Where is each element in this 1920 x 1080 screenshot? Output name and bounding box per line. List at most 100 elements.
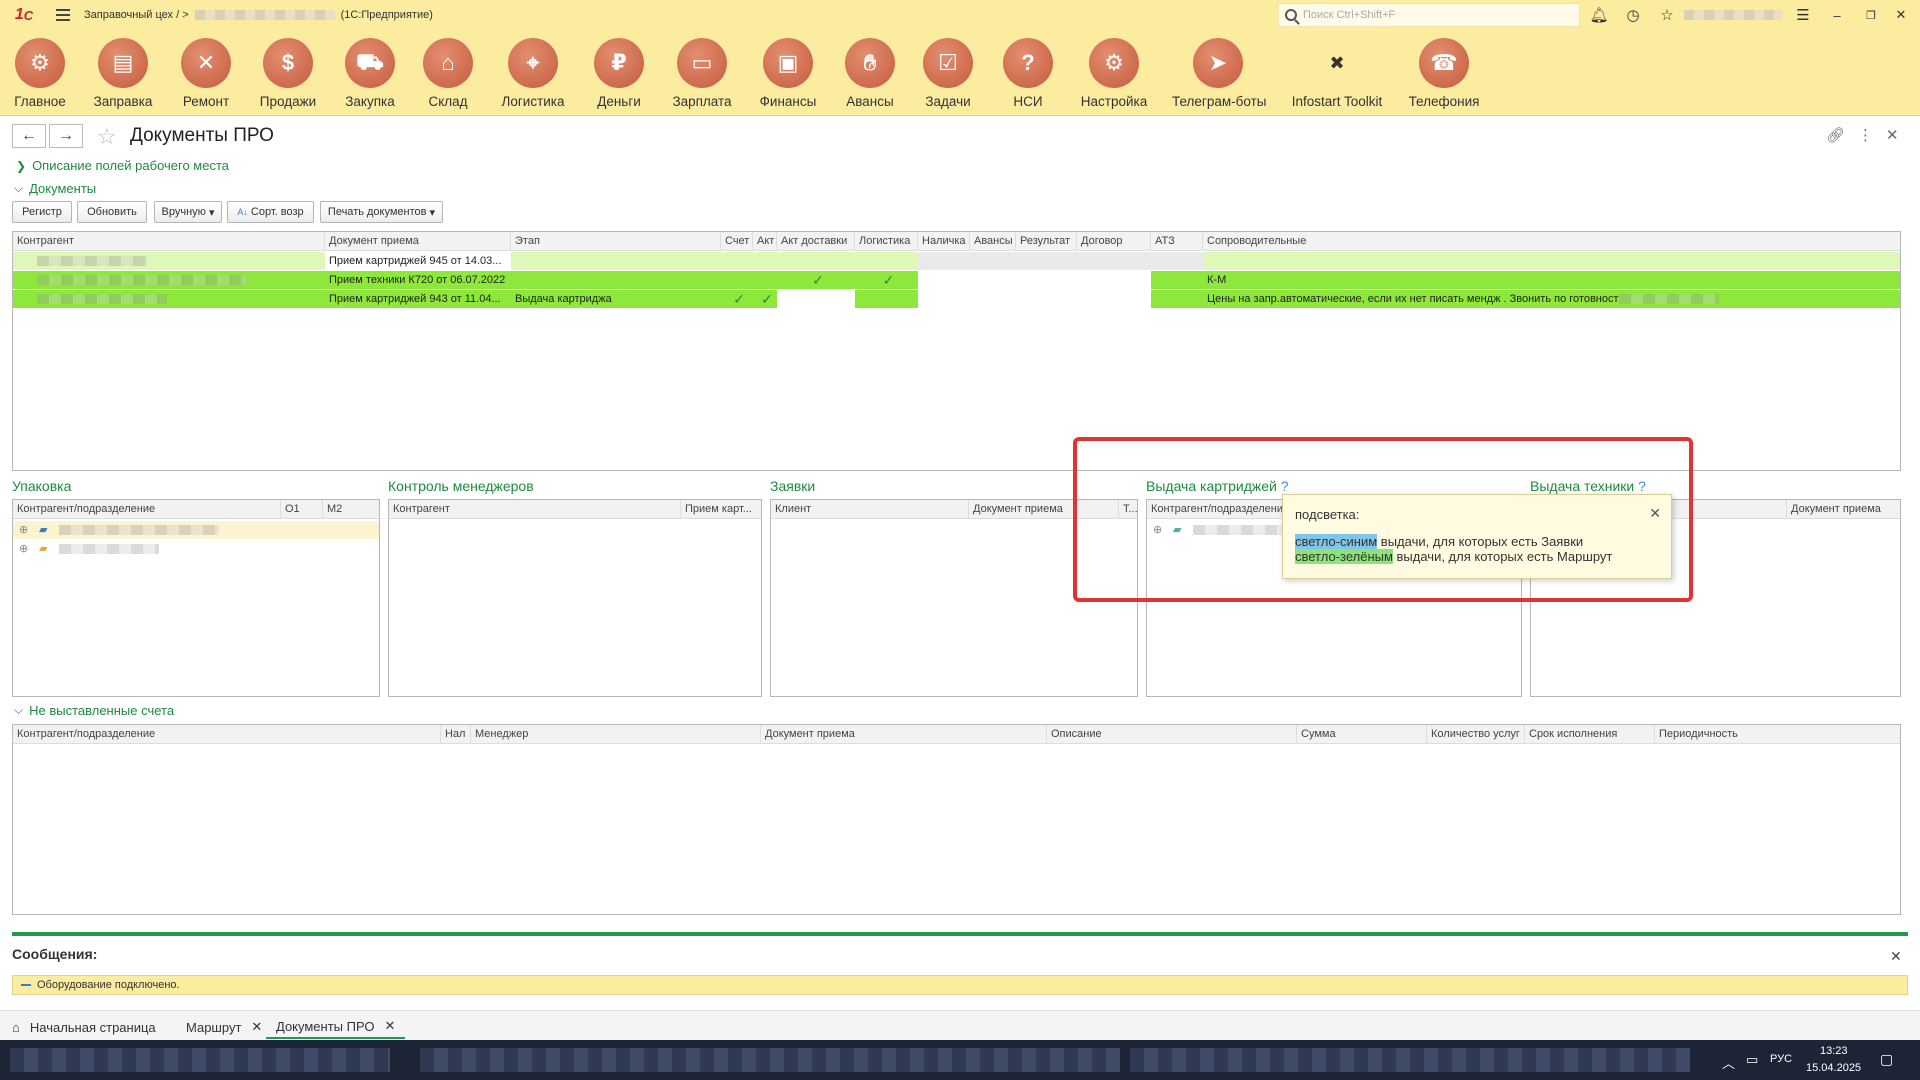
col-header[interactable]: Описание <box>1047 725 1297 744</box>
unbilled-table[interactable]: Контрагент/подразделение Нал Менеджер До… <box>12 724 1901 915</box>
history-icon[interactable]: ◷ <box>1622 5 1644 25</box>
group-field-description[interactable]: ❯ Описание полей рабочего места <box>16 158 229 173</box>
section-warehouse[interactable]: ⌂ Склад <box>420 38 476 109</box>
section-salary[interactable]: ▭ Зарплата <box>670 38 734 109</box>
col-header[interactable]: О1 <box>281 500 323 519</box>
forward-button[interactable]: → <box>49 124 83 148</box>
col-header[interactable]: Периодичность <box>1655 725 1900 744</box>
managers-table[interactable]: Контрагент Прием карт... <box>388 499 762 697</box>
col-header[interactable]: Документ приема <box>325 232 511 251</box>
section-tasks[interactable]: ☑ Задачи <box>920 38 976 109</box>
col-header[interactable]: АТЗ <box>1151 232 1203 251</box>
col-header[interactable]: Контрагент <box>13 232 325 251</box>
col-header[interactable]: Нал <box>441 725 471 744</box>
tray-chevron-icon[interactable]: ︿ <box>1722 1053 1735 1072</box>
favorite-star-icon[interactable]: ☆ <box>97 124 117 150</box>
col-header[interactable]: Контрагент/подразделение <box>13 500 281 519</box>
section-logistics[interactable]: ⌖ Логистика <box>498 38 568 109</box>
col-header[interactable]: Контрагент/подразделение <box>13 725 441 744</box>
col-header[interactable]: Результат <box>1016 232 1077 251</box>
notifications-icon[interactable]: ▢ <box>1880 1051 1893 1068</box>
restore-icon[interactable]: ❐ <box>1860 5 1882 25</box>
1c-logo-icon[interactable]: 1С <box>0 0 48 30</box>
search-input[interactable]: Поиск Ctrl+Shift+F <box>1278 3 1580 27</box>
col-header[interactable]: Клиент <box>771 500 969 519</box>
expand-icon[interactable]: ⊕ <box>15 521 35 539</box>
list-item[interactable]: ⊕ ▰ <box>13 521 379 539</box>
table-row[interactable]: Прием картриджей 945 от 14.03... <box>13 252 1900 270</box>
col-header[interactable]: Срок исполнения <box>1525 725 1655 744</box>
close-window-icon[interactable]: ✕ <box>1890 5 1912 25</box>
section-money[interactable]: ₽ Деньги <box>588 38 650 109</box>
table-row[interactable]: Прием техники К720 от 06.07.2022 ✓ ✓ К-М <box>13 271 1900 289</box>
col-header[interactable]: Этап <box>511 232 721 251</box>
settings-menu-icon[interactable]: ☰ <box>1792 5 1814 25</box>
section-infostart-toolkit[interactable]: ✖ Infostart Toolkit <box>1290 38 1384 110</box>
section-purchase[interactable]: ⛟ Закупка <box>340 38 400 109</box>
section-sales[interactable]: $ Продажи <box>256 38 320 109</box>
section-main[interactable]: ⚙ Главное <box>10 38 70 109</box>
bell-icon[interactable]: 🔔︎ <box>1588 5 1610 25</box>
col-header[interactable]: Акт <box>753 232 777 251</box>
section-nsi[interactable]: ? НСИ <box>1000 38 1056 109</box>
user-name[interactable] <box>1684 10 1782 20</box>
refresh-button[interactable]: Обновить <box>77 201 147 223</box>
close-messages-icon[interactable]: ✕ <box>1890 948 1902 965</box>
list-item[interactable]: ⊕ ▰ <box>13 540 379 558</box>
section-finance[interactable]: ▣ Финансы <box>756 38 820 109</box>
taskbar-apps[interactable] <box>1130 1048 1690 1072</box>
col-header[interactable]: Наличка <box>918 232 970 251</box>
tab-home[interactable]: ⌂ Начальная страница <box>2 1015 166 1039</box>
col-header[interactable]: Контрагент <box>389 500 681 519</box>
close-tab-icon[interactable]: ✕ <box>384 1018 395 1034</box>
back-button[interactable]: ← <box>12 124 46 148</box>
section-advances[interactable]: ✋︎ Авансы <box>840 38 900 109</box>
window-title: Заправочный цех / > (1С:Предприятие) <box>84 9 433 21</box>
print-documents-button[interactable]: Печать документов ▾ <box>320 201 443 223</box>
section-refill[interactable]: ▤ Заправка <box>90 38 156 109</box>
manual-dropdown-button[interactable]: Вручную ▾ <box>154 201 222 223</box>
col-header[interactable]: Сопроводительные <box>1203 232 1900 251</box>
col-header[interactable]: Менеджер <box>471 725 761 744</box>
message-item[interactable]: Оборудование подключено. <box>12 975 1908 995</box>
col-header[interactable]: М2 <box>323 500 379 519</box>
documents-table[interactable]: Контрагент Документ приема Этап Счет Акт… <box>12 231 1901 471</box>
col-header[interactable]: Авансы <box>970 232 1016 251</box>
clock-time[interactable]: 13:23 <box>1820 1045 1848 1057</box>
col-header[interactable]: Сумма <box>1297 725 1427 744</box>
col-header[interactable]: Акт доставки <box>777 232 855 251</box>
packing-table[interactable]: Контрагент/подразделение О1 М2 ⊕ ▰ ⊕ ▰ <box>12 499 380 697</box>
minimize-icon[interactable]: – <box>1826 5 1848 25</box>
col-header[interactable]: Документ приема <box>761 725 1047 744</box>
section-telegram-bots[interactable]: ➤ Телеграм-боты <box>1172 38 1266 109</box>
main-menu-icon[interactable] <box>48 0 78 30</box>
link-icon[interactable]: 🔗︎ <box>1826 126 1845 144</box>
close-form-icon[interactable]: ✕ <box>1886 126 1899 144</box>
table-cell: Выдача картриджа <box>515 293 612 305</box>
expand-icon[interactable]: ⊕ <box>15 540 35 558</box>
col-header[interactable]: Документ приема <box>1787 500 1900 519</box>
more-icon[interactable]: ⋮ <box>1858 126 1873 144</box>
col-header[interactable]: Количество услуг <box>1427 725 1525 744</box>
clock-date[interactable]: 15.04.2025 <box>1806 1062 1861 1074</box>
section-telephony[interactable]: ☎ Телефония <box>1406 38 1482 109</box>
taskbar-apps[interactable] <box>10 1048 390 1072</box>
register-button[interactable]: Регистр <box>12 201 72 223</box>
sort-button[interactable]: А↓ Сорт. возр <box>227 201 314 223</box>
col-header[interactable]: Счет <box>721 232 753 251</box>
language-indicator[interactable]: РУС <box>1770 1053 1792 1065</box>
section-settings[interactable]: ⚙ Настройка <box>1076 38 1152 109</box>
favorites-star-icon[interactable]: ☆ <box>1656 5 1678 25</box>
col-header[interactable]: Логистика <box>855 232 918 251</box>
network-icon[interactable]: ▭ <box>1746 1052 1758 1068</box>
section-repair[interactable]: ✕ Ремонт <box>176 38 236 109</box>
group-documents[interactable]: ⌵ Документы <box>14 181 96 196</box>
close-tab-icon[interactable]: ✕ <box>251 1019 262 1035</box>
col-header[interactable]: Прием карт... <box>681 500 761 519</box>
taskbar-apps[interactable] <box>420 1048 1120 1072</box>
tab-documents-pro[interactable]: Документы ПРО ✕ <box>266 1015 406 1039</box>
table-row[interactable]: Прием картриджей 943 от 11.04... Выдача … <box>13 290 1900 308</box>
tab-route[interactable]: Маршрут ✕ <box>176 1015 272 1039</box>
group-unbilled[interactable]: ⌵ Не выставленные счета <box>14 703 174 718</box>
col-header[interactable]: Договор <box>1077 232 1151 251</box>
